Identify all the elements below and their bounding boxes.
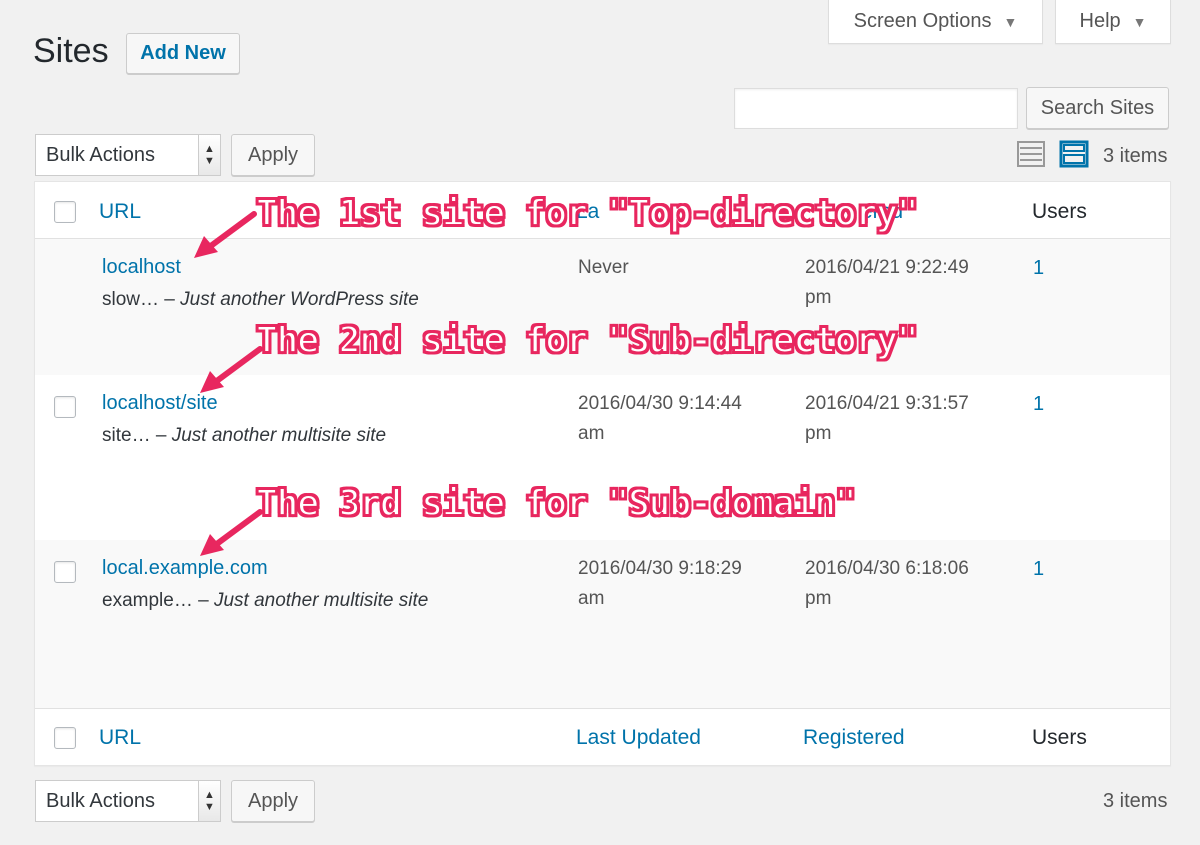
last-updated-cell: Never	[578, 257, 629, 278]
caret-down-icon: ▼	[1132, 13, 1147, 30]
table-row: local.example.com example… – Just anothe…	[35, 540, 1170, 708]
site-url-link[interactable]: local.example.com	[102, 557, 268, 580]
select-all-checkbox-footer[interactable]	[54, 727, 76, 749]
select-arrows-icon: ▲ ▼	[198, 135, 220, 175]
last-updated-cell: 2016/04/30 9:14:44 am	[578, 393, 742, 444]
annotation-sub-domain: The 3rd site for "Sub-domain"	[255, 482, 858, 525]
column-registered-footer[interactable]: Registered	[803, 726, 905, 750]
caret-down-icon: ▼	[1003, 13, 1018, 30]
column-users: Users	[1032, 200, 1087, 223]
row-checkbox[interactable]	[54, 561, 76, 583]
bulk-actions-select-top[interactable]: Bulk Actions ▲ ▼	[35, 134, 221, 176]
help-tab[interactable]: Help ▼	[1055, 0, 1171, 44]
column-last-updated-footer[interactable]: Last Updated	[576, 726, 701, 750]
select-arrows-icon: ▲ ▼	[198, 781, 220, 821]
column-users-footer: Users	[1032, 726, 1087, 749]
bulk-actions-label: Bulk Actions	[46, 143, 155, 166]
row-checkbox[interactable]	[54, 396, 76, 418]
bulk-actions-label: Bulk Actions	[46, 789, 155, 812]
help-label: Help	[1079, 10, 1121, 32]
last-updated-cell: 2016/04/30 9:18:29 am	[578, 558, 742, 609]
list-view-icon[interactable]	[1016, 139, 1046, 169]
search-sites-button[interactable]: Search Sites	[1026, 87, 1169, 129]
page-title: Sites	[33, 32, 109, 70]
column-url[interactable]: URL	[99, 200, 141, 224]
registered-cell: 2016/04/30 6:18:06 pm	[805, 558, 969, 609]
items-count-top: 3 items	[1103, 145, 1168, 167]
site-url-link[interactable]: localhost	[102, 256, 181, 279]
site-description: example… – Just another multisite site	[102, 590, 429, 611]
annotation-top-directory: The 1st site for "Top-directory"	[255, 192, 920, 235]
users-count-link[interactable]: 1	[1033, 558, 1044, 581]
footer-divider	[35, 708, 1170, 709]
site-description: slow… – Just another WordPress site	[102, 289, 419, 310]
excerpt-view-icon[interactable]	[1059, 139, 1089, 169]
items-count-bottom: 3 items	[1103, 790, 1168, 812]
apply-button-top[interactable]: Apply	[231, 134, 315, 176]
apply-button-bottom[interactable]: Apply	[231, 780, 315, 822]
column-url-footer[interactable]: URL	[99, 726, 141, 750]
add-new-button[interactable]: Add New	[126, 33, 240, 74]
select-all-checkbox[interactable]	[54, 201, 76, 223]
search-input[interactable]	[734, 88, 1018, 129]
annotation-arrow-icon	[200, 509, 263, 556]
users-count-link[interactable]: 1	[1033, 393, 1044, 416]
sites-table: URL La ered Users localhost slow… – Just…	[34, 181, 1171, 766]
registered-cell: 2016/04/21 9:31:57 pm	[805, 393, 969, 444]
screen-options-tab[interactable]: Screen Options ▼	[828, 0, 1043, 44]
annotation-arrow-icon	[200, 346, 263, 393]
annotation-sub-directory: The 2nd site for "Sub-directory"	[255, 319, 920, 362]
registered-cell: 2016/04/21 9:22:49 pm	[805, 257, 969, 308]
site-description: site… – Just another multisite site	[102, 425, 387, 446]
site-url-link[interactable]: localhost/site	[102, 392, 218, 415]
screen-options-label: Screen Options	[853, 10, 992, 32]
bulk-actions-select-bottom[interactable]: Bulk Actions ▲ ▼	[35, 780, 221, 822]
users-count-link[interactable]: 1	[1033, 257, 1044, 280]
annotation-arrow-icon	[194, 211, 257, 258]
